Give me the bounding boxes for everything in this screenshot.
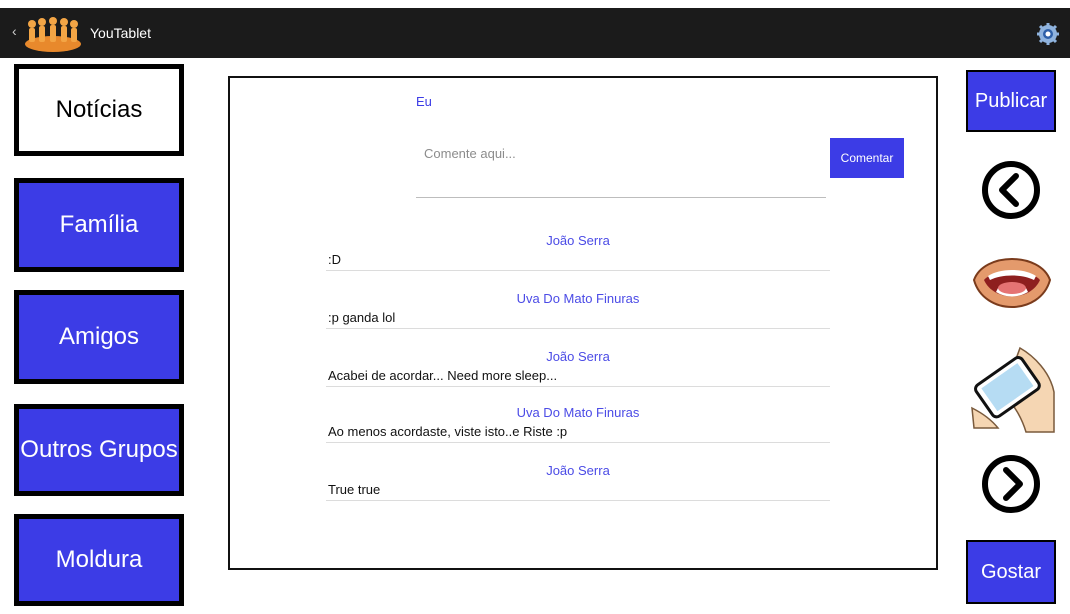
post-author[interactable]: João Serra: [326, 232, 830, 250]
post-item: Uva Do Mato Finuras :p ganda lol: [326, 290, 830, 329]
back-chevron-icon[interactable]: ‹: [12, 23, 17, 39]
nav-noticias-button[interactable]: Notícias: [14, 64, 184, 156]
previous-arrow-icon[interactable]: [976, 160, 1046, 220]
nav-label: Outros Grupos: [20, 436, 178, 463]
publish-button[interactable]: Publicar: [966, 70, 1056, 132]
like-button[interactable]: Gostar: [966, 540, 1056, 604]
app-bar: ‹ YouTablet: [0, 8, 1070, 58]
speak-mouth-icon[interactable]: [970, 246, 1054, 322]
post-text: Ao menos acordaste, viste isto..e Riste …: [326, 422, 830, 443]
comment-input[interactable]: [416, 138, 826, 198]
nav-outros-grupos-button[interactable]: Outros Grupos: [14, 404, 184, 496]
nav-label: Moldura: [55, 546, 143, 573]
comment-button[interactable]: Comentar: [830, 138, 904, 178]
like-label: Gostar: [980, 560, 1042, 583]
nav-familia-button[interactable]: Família: [14, 178, 184, 272]
next-arrow-icon[interactable]: [976, 454, 1046, 514]
post-item: João Serra Acabei de acordar... Need mor…: [326, 348, 830, 387]
nav-label: Notícias: [55, 96, 143, 123]
post-text: Acabei de acordar... Need more sleep...: [326, 366, 830, 387]
nav-label: Amigos: [58, 323, 140, 350]
post-item: Uva Do Mato Finuras Ao menos acordaste, …: [326, 404, 830, 443]
feed-panel: Eu Comentar João Serra :D Uva Do Mato Fi…: [228, 76, 938, 570]
post-text: :p ganda lol: [326, 308, 830, 329]
post-item: João Serra True true: [326, 462, 830, 501]
gear-icon[interactable]: [1036, 22, 1060, 46]
post-item: João Serra :D: [326, 232, 830, 271]
post-text: :D: [326, 250, 830, 271]
nav-label: Família: [59, 211, 139, 238]
publish-label: Publicar: [974, 89, 1048, 112]
tablet-hand-icon[interactable]: [970, 342, 1056, 434]
nav-amigos-button[interactable]: Amigos: [14, 290, 184, 384]
post-author[interactable]: João Serra: [326, 348, 830, 366]
post-text: True true: [326, 480, 830, 501]
post-author[interactable]: Uva Do Mato Finuras: [326, 404, 830, 422]
app-title: YouTablet: [90, 25, 151, 41]
post-author[interactable]: João Serra: [326, 462, 830, 480]
app-logo-icon: [25, 17, 81, 52]
current-user-label: Eu: [416, 94, 432, 109]
post-author[interactable]: Uva Do Mato Finuras: [326, 290, 830, 308]
nav-moldura-button[interactable]: Moldura: [14, 514, 184, 606]
